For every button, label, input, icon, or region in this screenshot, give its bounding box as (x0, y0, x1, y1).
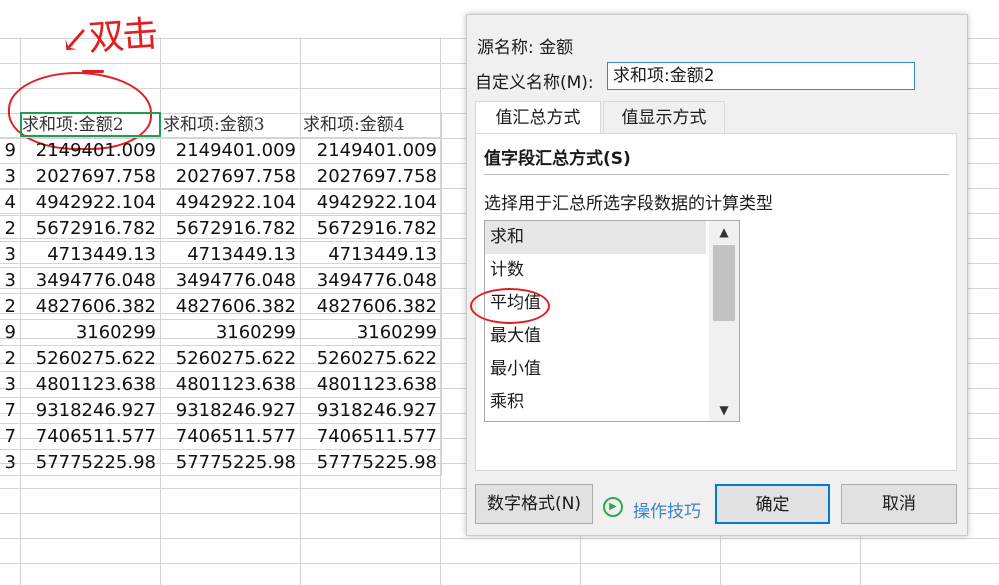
table-cell[interactable]: 9318246.927 (301, 398, 442, 423)
section-divider (484, 174, 949, 175)
table-cell[interactable]: 3 (0, 164, 20, 189)
tab-summarize-by[interactable]: 值汇总方式 (475, 101, 601, 135)
table-cell[interactable]: 3 (0, 450, 20, 475)
pivot-table: 求和项:金额2 求和项:金额3 求和项:金额4 9 2149401.009 2149… (0, 112, 442, 476)
list-scrollbar[interactable]: ▲ ▼ (709, 221, 739, 421)
table-cell[interactable]: 5672916.782 (20, 216, 161, 241)
chevron-up-icon[interactable]: ▲ (709, 221, 739, 243)
table-cell[interactable]: 2027697.758 (20, 164, 161, 189)
table-cell[interactable]: 3494776.048 (161, 268, 301, 293)
section-title: 值字段汇总方式(S) (484, 149, 631, 169)
table-cell[interactable]: 9318246.927 (161, 398, 301, 423)
table-cell[interactable]: 2027697.758 (301, 164, 442, 189)
table-cell[interactable]: 7 (0, 398, 20, 423)
list-item-product[interactable]: 乘积 (485, 386, 706, 419)
table-cell[interactable]: 7 (0, 424, 20, 449)
list-item-max[interactable]: 最大值 (485, 320, 706, 353)
list-item-min[interactable]: 最小值 (485, 353, 706, 386)
scroll-thumb[interactable] (713, 245, 735, 321)
table-cell[interactable]: 5260275.622 (161, 346, 301, 371)
annotation-double-click: ↙双击 (58, 13, 158, 62)
table-cell[interactable]: 3160299 (161, 320, 301, 345)
table-cell[interactable]: 4942922.104 (161, 190, 301, 215)
table-cell[interactable]: 9 (0, 320, 20, 345)
table-cell[interactable]: 57775225.98 (20, 450, 161, 475)
custom-name-input[interactable]: 求和项:金额2 (607, 62, 915, 90)
table-row: 4 4942922.104 4942922.104 4942922.104 (0, 190, 442, 216)
table-cell[interactable]: 3494776.048 (301, 268, 442, 293)
list-item-sum[interactable]: 求和 (485, 221, 706, 254)
chevron-down-icon[interactable]: ▼ (709, 399, 739, 421)
table-cell[interactable]: 4827606.382 (20, 294, 161, 319)
table-cell[interactable]: 3 (0, 268, 20, 293)
table-row: 2 5260275.622 5260275.622 5260275.622 (0, 346, 442, 372)
table-cell[interactable]: 2 (0, 216, 20, 241)
table-cell[interactable]: 4942922.104 (301, 190, 442, 215)
number-format-button[interactable]: 数字格式(N) (475, 484, 593, 524)
header-cell-sum-amount4[interactable]: 求和项:金额4 (301, 112, 442, 137)
table-cell[interactable]: 3160299 (301, 320, 442, 345)
annotation-circle-average (470, 288, 550, 324)
table-cell[interactable]: 4 (0, 190, 20, 215)
table-cell[interactable]: 9 (0, 138, 20, 163)
tab-show-values-as[interactable]: 值显示方式 (603, 101, 725, 133)
cancel-button[interactable]: 取消 (841, 484, 957, 524)
table-cell[interactable]: 2 (0, 346, 20, 371)
header-cell[interactable] (0, 112, 20, 137)
table-cell[interactable]: 4713449.13 (161, 242, 301, 267)
table-row: 3 3494776.048 3494776.048 3494776.048 (0, 268, 442, 294)
table-row: 3 2027697.758 2027697.758 2027697.758 (0, 164, 442, 190)
header-cell-sum-amount2[interactable]: 求和项:金额2 (20, 112, 161, 137)
value-field-settings-dialog: 源名称: 金额 自定义名称(M): 求和项:金额2 值汇总方式 值显示方式 值字… (466, 14, 968, 536)
table-cell[interactable]: 9318246.927 (20, 398, 161, 423)
table-cell[interactable]: 5260275.622 (301, 346, 442, 371)
table-cell[interactable]: 2 (0, 294, 20, 319)
table-row: 3 4713449.13 4713449.13 4713449.13 (0, 242, 442, 268)
section-description: 选择用于汇总所选字段数据的计算类型 (484, 194, 773, 214)
table-row: 9 3160299 3160299 3160299 (0, 320, 442, 346)
table-cell[interactable]: 7406511.577 (301, 424, 442, 449)
table-cell[interactable]: 4942922.104 (20, 190, 161, 215)
table-row: 2 5672916.782 5672916.782 5672916.782 (0, 216, 442, 242)
table-cell[interactable]: 4801123.638 (161, 372, 301, 397)
table-body: 9 2149401.009 2149401.009 2149401.009 3 20276… (0, 138, 442, 476)
table-cell[interactable]: 5672916.782 (301, 216, 442, 241)
play-icon: ▶ (603, 497, 623, 517)
table-cell[interactable]: 3 (0, 372, 20, 397)
table-cell[interactable]: 5672916.782 (161, 216, 301, 241)
source-name-label: 源名称: 金额 (477, 38, 574, 58)
table-row: 9 2149401.009 2149401.009 2149401.009 (0, 138, 442, 164)
table-cell[interactable]: 3 (0, 242, 20, 267)
table-cell[interactable]: 7406511.577 (20, 424, 161, 449)
table-cell[interactable]: 57775225.98 (161, 450, 301, 475)
table-cell[interactable]: 4801123.638 (20, 372, 161, 397)
table-cell[interactable]: 57775225.98 (301, 450, 442, 475)
list-item-count[interactable]: 计数 (485, 254, 706, 287)
table-row: 2 4827606.382 4827606.382 4827606.382 (0, 294, 442, 320)
table-cell[interactable]: 4827606.382 (301, 294, 442, 319)
table-cell[interactable]: 2149401.009 (20, 138, 161, 163)
table-cell[interactable]: 3494776.048 (20, 268, 161, 293)
table-cell[interactable]: 4801123.638 (301, 372, 442, 397)
ok-button[interactable]: 确定 (715, 484, 830, 524)
table-row: 7 9318246.927 9318246.927 9318246.927 (0, 398, 442, 424)
table-cell[interactable]: 4827606.382 (161, 294, 301, 319)
header-cell-sum-amount3[interactable]: 求和项:金额3 (161, 112, 301, 137)
table-cell[interactable]: 3160299 (20, 320, 161, 345)
table-cell[interactable]: 2149401.009 (301, 138, 442, 163)
table-cell[interactable]: 4713449.13 (301, 242, 442, 267)
table-row: 3 57775225.98 57775225.98 57775225.98 (0, 450, 442, 476)
custom-name-label: 自定义名称(M): (475, 73, 594, 93)
tips-label: 操作技巧 (633, 502, 701, 522)
table-header-row: 求和项:金额2 求和项:金额3 求和项:金额4 (0, 112, 442, 138)
table-cell[interactable]: 4713449.13 (20, 242, 161, 267)
table-cell[interactable]: 2149401.009 (161, 138, 301, 163)
table-row: 7 7406511.577 7406511.577 7406511.577 (0, 424, 442, 450)
table-row: 3 4801123.638 4801123.638 4801123.638 (0, 372, 442, 398)
table-cell[interactable]: 5260275.622 (20, 346, 161, 371)
table-cell[interactable]: 2027697.758 (161, 164, 301, 189)
table-cell[interactable]: 7406511.577 (161, 424, 301, 449)
